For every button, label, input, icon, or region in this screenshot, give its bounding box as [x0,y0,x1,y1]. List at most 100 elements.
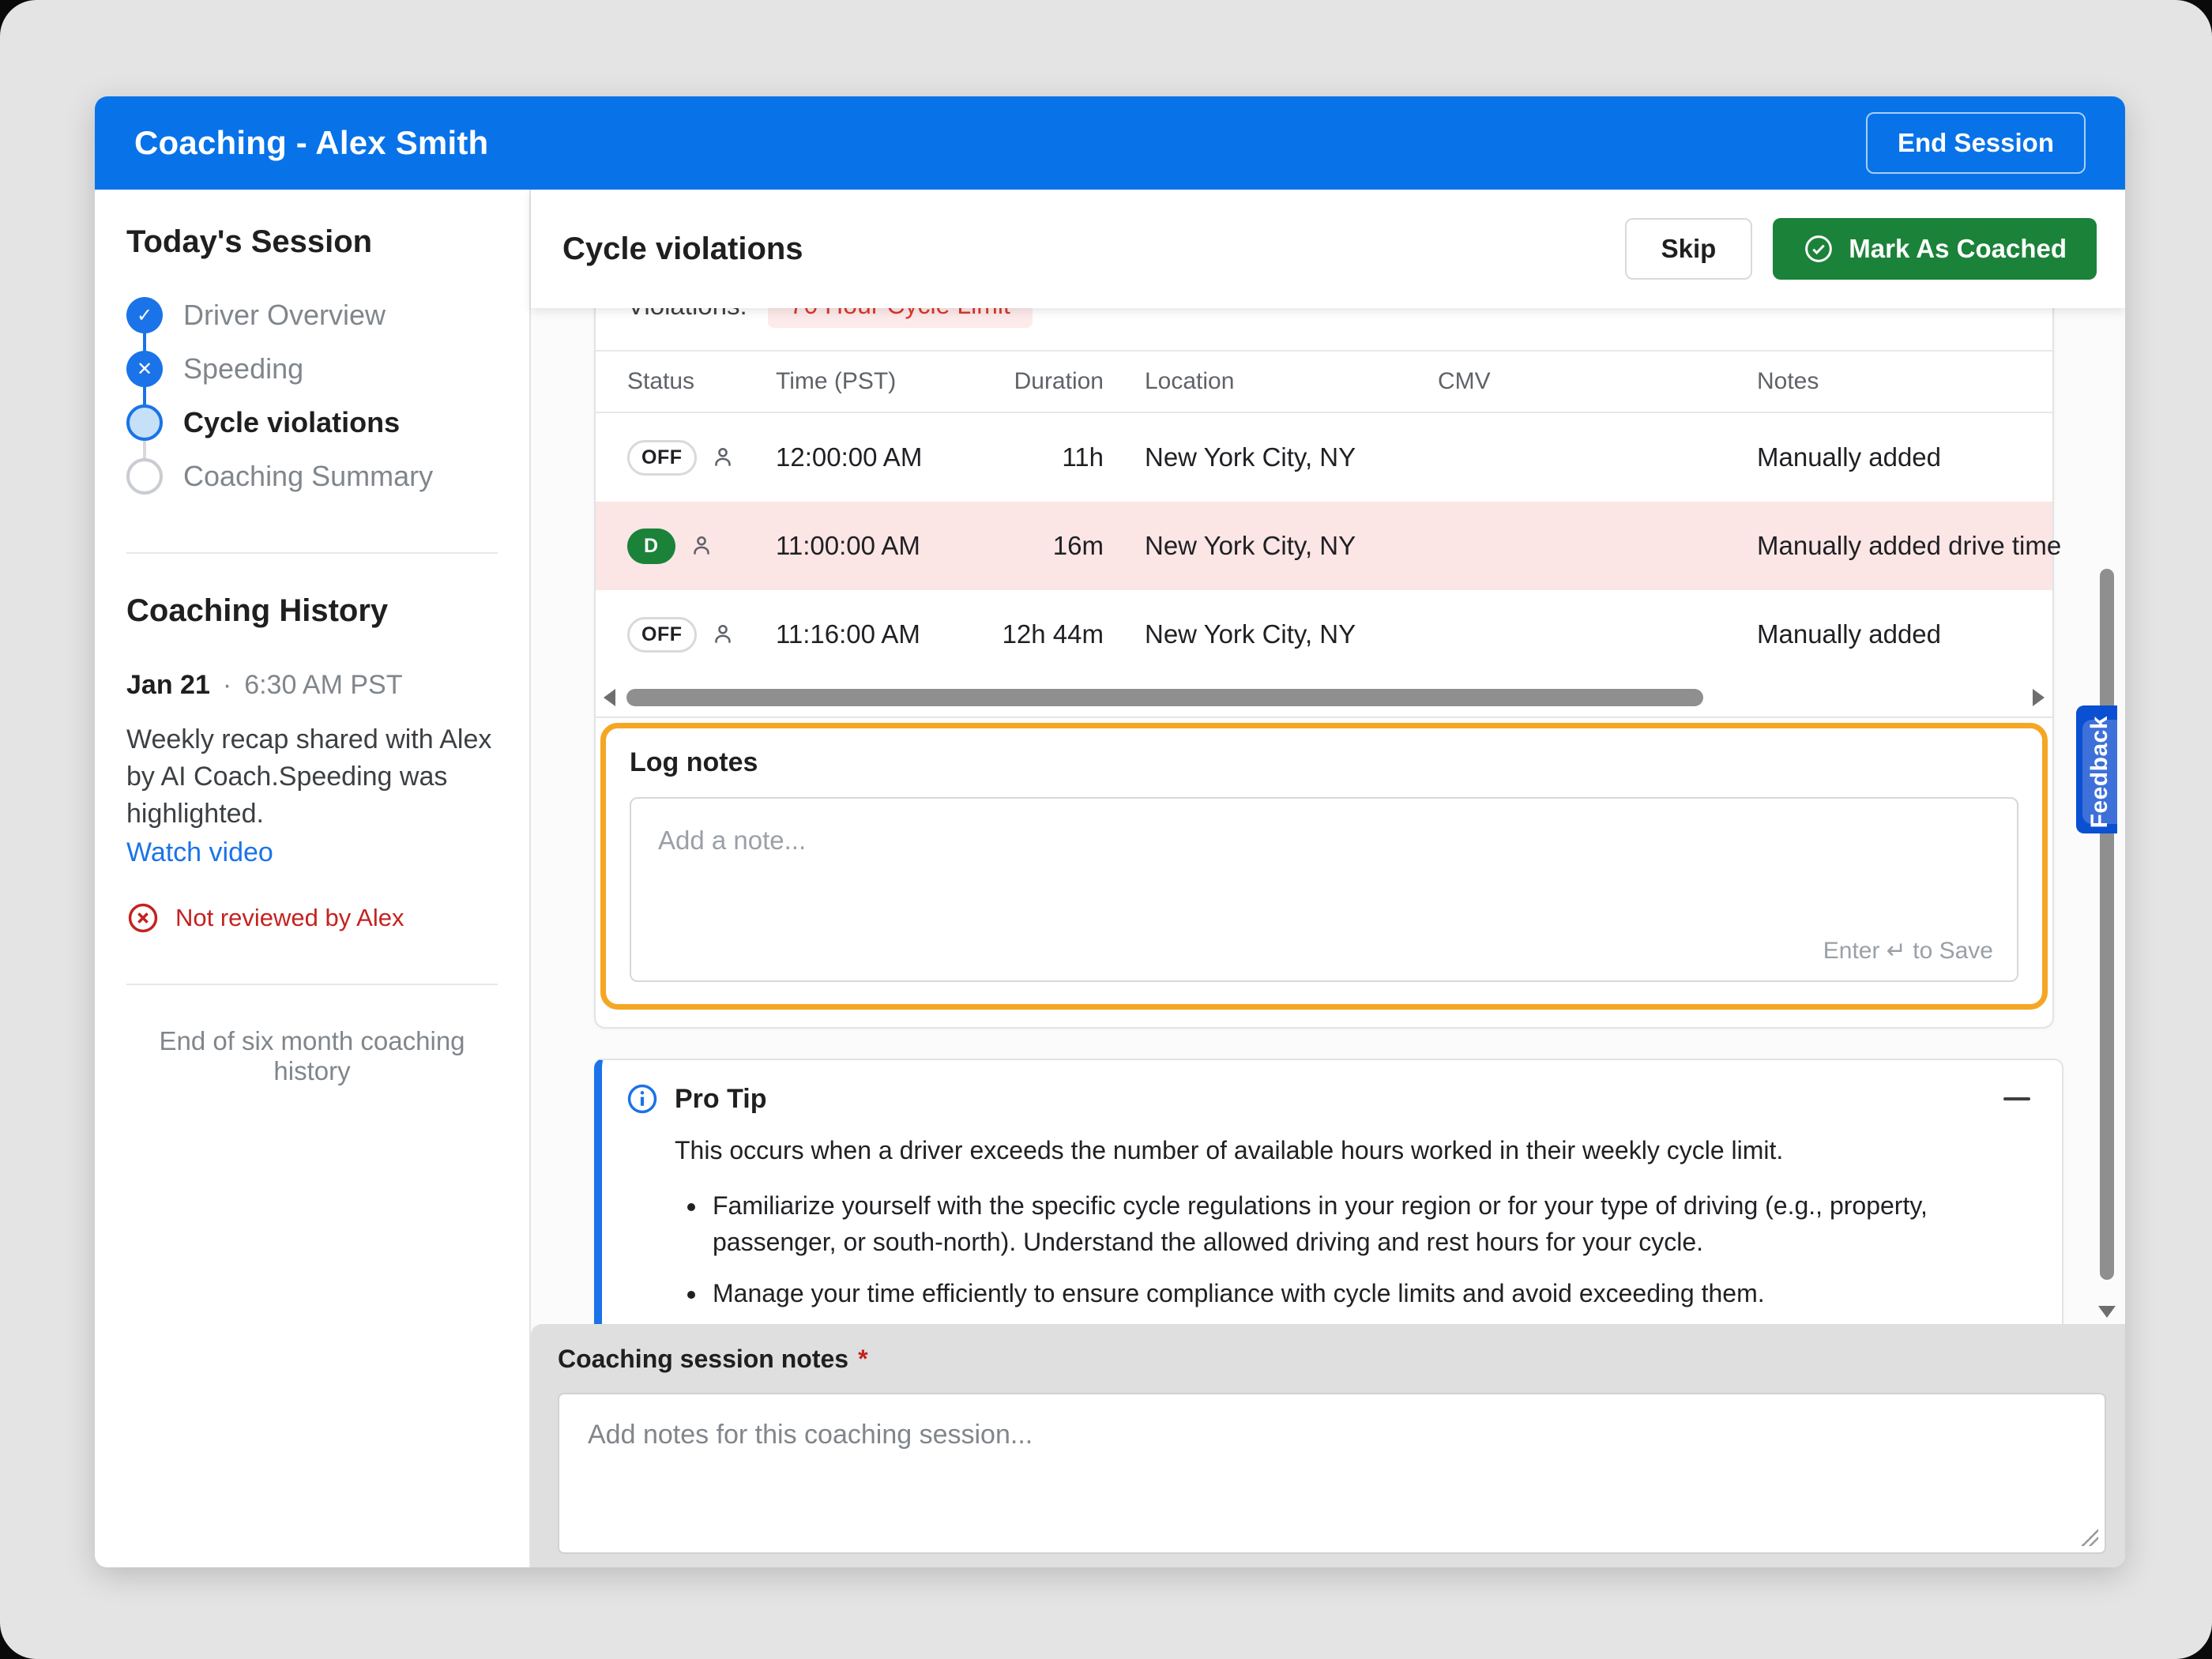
history-review-status: Not reviewed by Alex [126,901,498,935]
duty-status-badge: OFF [627,440,697,476]
save-hint: Enter ↵ to Save [1823,937,1993,965]
required-asterisk: * [858,1345,867,1373]
duty-status-badge: OFF [627,617,697,653]
scroll-left-arrow[interactable] [604,689,615,706]
app-body: Today's Session ✓ Driver Overview ✕Speedin… [95,190,2125,1567]
todays-session-heading: Today's Session [126,224,498,260]
driver-icon [709,444,736,471]
page-title: Cycle violations [562,231,803,267]
column-header-cmv: CMV [1438,352,1757,412]
step-driver-overview[interactable]: ✓ Driver Overview [126,288,498,342]
history-entry-summary: Weekly recap shared with Alex by AI Coac… [126,721,498,833]
horizontal-scroll-track[interactable] [625,689,2023,706]
pro-tip-header: Pro Tip [626,1082,2030,1115]
scroll-area: Violations: 70 Hour Cycle Limit StatusTi… [531,308,2125,1324]
duration-cell: 12h 44m [997,590,1104,679]
history-time: 6:30 AM PST [244,670,402,701]
window-title: Coaching - Alex Smith [134,124,488,162]
time-cell: 11:16:00 AM [776,590,997,679]
horizontal-scroll-thumb[interactable] [626,689,1703,706]
feedback-tab[interactable]: Feedback [2076,705,2117,833]
column-header-duration: Duration [997,352,1104,412]
log-notes-title: Log notes [630,747,2018,778]
step-label: Coaching Summary [183,460,433,493]
main-header: Cycle violations Skip Mark As Coached [531,190,2125,308]
main-panel: Cycle violations Skip Mark As Coached [531,190,2125,1567]
step-label: Driver Overview [183,299,386,332]
session-steps: ✓ Driver Overview ✕Speeding Cycle violation… [126,288,498,503]
coaching-history-heading: Coaching History [126,593,498,629]
violation-row: OFF11:16:00 AM12h 44mNew York City, NYMa… [596,590,2052,679]
table-body: OFF12:00:00 AM11hNew York City, NYManual… [596,413,2052,679]
step-speeding[interactable]: ✕Speeding [126,342,498,396]
pro-tip-bullet-list: Familiarize yourself with the specific c… [681,1187,2030,1311]
end-session-button[interactable]: End Session [1866,112,2086,174]
session-notes-label: Coaching session notes* [558,1345,2106,1374]
feedback-tab-label: Feedback [2086,716,2113,828]
collapse-icon[interactable] [2003,1097,2030,1100]
scroll-down-arrow[interactable] [2098,1306,2116,1318]
notes-cell: Manually added [1757,590,2056,679]
error-circle-icon [126,901,160,935]
pro-tip-bullet: Familiarize yourself with the specific c… [708,1187,2030,1261]
horizontal-scrollbar [596,679,2052,717]
log-notes-section: Log notes Add a note... Enter ↵ to Save [600,723,2048,1010]
duty-status-badge: D [627,529,675,564]
violations-label: Violations: [627,308,747,321]
time-cell: 11:00:00 AM [776,502,997,590]
step-cycle-violations[interactable]: Cycle violations [126,396,498,450]
sidebar: Today's Session ✓ Driver Overview ✕Speedin… [95,190,531,1567]
cmv-cell [1438,413,1757,502]
check-circle-icon [1803,233,1834,265]
column-header-status: Status [596,352,776,412]
notes-cell: Manually added [1757,413,2056,502]
step-label: Speeding [183,352,303,386]
step-coaching-summary[interactable]: Coaching Summary [126,450,498,503]
session-notes-textarea[interactable]: Add notes for this coaching session... [558,1393,2106,1554]
history-end-note: End of six month coaching history [126,1026,498,1086]
duration-cell: 16m [997,502,1104,590]
step-label: Cycle violations [183,406,400,439]
sidebar-divider [126,552,498,554]
status-cell: OFF [596,590,776,679]
log-notes-input[interactable]: Add a note... Enter ↵ to Save [630,797,2018,982]
history-entry-date: Jan 21 · 6:30 AM PST [126,670,498,701]
duration-cell: 11h [997,413,1104,502]
watch-video-link[interactable]: Watch video [126,837,273,868]
violation-type-badge: 70 Hour Cycle Limit [768,308,1033,328]
session-notes-placeholder: Add notes for this coaching session... [588,1420,1033,1450]
column-header-notes: Notes [1757,352,2056,412]
scroll-right-arrow[interactable] [2033,689,2045,706]
column-header-location: Location [1104,352,1438,412]
window-titlebar: Coaching - Alex Smith End Session [95,96,2125,190]
cmv-cell [1438,590,1757,679]
feedback-tab-inner: Feedback [2082,720,2117,824]
circle-icon [126,404,163,441]
column-header-time-pst-: Time (PST) [776,352,997,412]
violations-card: Violations: 70 Hour Cycle Limit StatusTi… [594,308,2054,1029]
log-notes-placeholder: Add a note... [658,826,806,856]
check-circle-icon: ✓ [126,297,163,333]
mark-as-coached-label: Mark As Coached [1849,234,2067,264]
violations-table: StatusTime (PST)DurationLocationCMVNotes… [596,350,2052,718]
info-icon [626,1082,659,1115]
mark-as-coached-button[interactable]: Mark As Coached [1773,218,2097,280]
resize-handle-icon[interactable] [2081,1529,2098,1546]
sidebar-divider [126,984,498,985]
skip-button[interactable]: Skip [1625,218,1753,280]
violations-summary-row: Violations: 70 Hour Cycle Limit [596,308,2052,350]
cmv-cell [1438,502,1757,590]
desktop-background: Coaching - Alex Smith End Session Today'… [0,0,2212,1659]
table-header-row: StatusTime (PST)DurationLocationCMVNotes [596,352,2052,413]
circle-icon [126,458,163,495]
pro-tip-card: Pro Tip This occurs when a driver exceed… [594,1059,2063,1324]
dot-separator: · [223,670,231,701]
status-cell: D [596,502,776,590]
pro-tip-intro: This occurs when a driver exceeds the nu… [675,1133,2030,1168]
driver-icon [688,532,715,559]
violation-row: OFF12:00:00 AM11hNew York City, NYManual… [596,413,2052,502]
vertical-scroll-thumb[interactable] [2100,569,2114,1280]
time-cell: 12:00:00 AM [776,413,997,502]
pro-tip-bullet: Manage your time efficiently to ensure c… [708,1275,2030,1311]
review-status-text: Not reviewed by Alex [175,904,404,932]
